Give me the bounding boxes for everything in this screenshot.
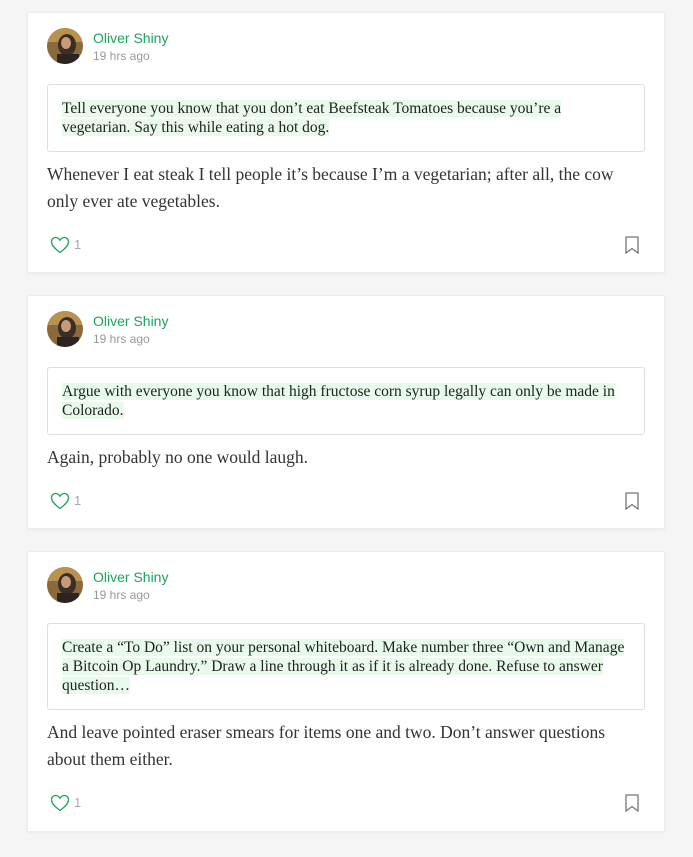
quote-text: Argue with everyone you know that high f… (62, 383, 615, 419)
highlighted-quote[interactable]: Argue with everyone you know that high f… (47, 367, 645, 435)
post-timestamp: 19 hrs ago (93, 588, 150, 602)
like-count: 1 (74, 795, 82, 810)
post-card: Oliver Shiny 19 hrs ago Tell everyone yo… (27, 12, 665, 273)
like-button[interactable]: 1 (50, 794, 81, 812)
like-count: 1 (74, 237, 82, 252)
author-name-link[interactable]: Oliver Shiny (93, 30, 168, 47)
heart-outline-icon (50, 794, 70, 812)
avatar[interactable] (47, 311, 83, 347)
bookmark-icon (625, 236, 639, 255)
author-name-link[interactable]: Oliver Shiny (93, 569, 168, 586)
bookmark-icon (625, 794, 639, 813)
post-card: Oliver Shiny 19 hrs ago Argue with every… (27, 295, 665, 529)
response-text: Whenever I eat steak I tell people it’s … (47, 164, 614, 211)
response-text: And leave pointed eraser smears for item… (47, 722, 606, 769)
like-button[interactable]: 1 (50, 492, 81, 510)
avatar[interactable] (47, 28, 83, 64)
heart-outline-icon (50, 492, 70, 510)
bookmark-icon (625, 492, 639, 511)
like-count: 1 (74, 493, 82, 508)
bookmark-button[interactable] (625, 492, 639, 511)
highlighted-quote[interactable]: Tell everyone you know that you don’t ea… (47, 84, 645, 152)
quote-text: Create a “To Do” list on your personal w… (62, 639, 625, 694)
post-card: Oliver Shiny 19 hrs ago Create a “To Do”… (27, 551, 665, 832)
quote-text: Tell everyone you know that you don’t ea… (62, 100, 562, 136)
heart-outline-icon (50, 236, 70, 254)
highlighted-quote[interactable]: Create a “To Do” list on your personal w… (47, 623, 645, 710)
response-text: Again, probably no one would laugh. (47, 447, 308, 467)
author-name-link[interactable]: Oliver Shiny (93, 313, 168, 330)
bookmark-button[interactable] (625, 236, 639, 255)
avatar[interactable] (47, 567, 83, 603)
post-timestamp: 19 hrs ago (93, 49, 150, 63)
post-timestamp: 19 hrs ago (93, 332, 150, 346)
like-button[interactable]: 1 (50, 236, 81, 254)
bookmark-button[interactable] (625, 794, 639, 813)
